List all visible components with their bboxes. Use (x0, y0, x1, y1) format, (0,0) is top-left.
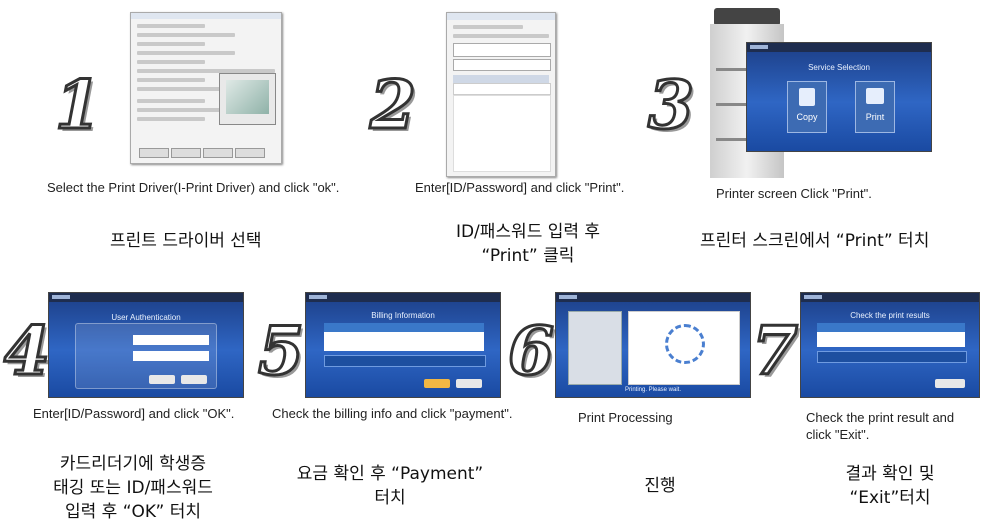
step-korean-label: ID/패스워드 입력 후 (455, 222, 601, 242)
step-caption: Enter[ID/Password] and click "OK". (33, 406, 235, 421)
ok-button[interactable] (149, 375, 175, 384)
step-korean-label: 결과 확인 및 (845, 464, 935, 484)
print-button[interactable]: Print (855, 81, 895, 133)
step-korean-label: “Print” 클릭 (481, 246, 575, 266)
screen-title: Check the print results (850, 311, 930, 320)
password-field[interactable] (133, 351, 209, 361)
screen-title: User Authentication (111, 313, 181, 322)
step-caption: Select the Print Driver(I-Print Driver) … (47, 180, 340, 195)
login-dialog-screenshot (446, 12, 556, 177)
printer-icon (866, 88, 884, 104)
screen-title: Service Selection (808, 63, 870, 72)
step-number: 5 (257, 312, 306, 390)
step-caption: Printer screen Click "Print". (716, 186, 872, 201)
step-caption: click "Exit". (806, 427, 870, 442)
step-number: 4 (3, 312, 52, 390)
step-korean-label: 카드리더기에 학생증 (59, 454, 207, 474)
step-caption: Enter[ID/Password] and click "Print". (415, 180, 625, 195)
step-caption: Check the billing info and click "paymen… (272, 406, 513, 421)
status-text: Printing. Please wait. (624, 387, 682, 393)
step-korean-label: 요금 확인 후 “Payment” (296, 464, 484, 484)
screen-title: Billing Information (371, 311, 435, 320)
step-number: 6 (507, 312, 556, 390)
user-authentication-screen: User Authentication (48, 292, 244, 398)
step-korean-label: 태깅 또는 ID/패스워드 (53, 478, 213, 498)
billing-information-screen: Billing Information (305, 292, 501, 398)
step-korean-label: “Exit”터치 (849, 488, 931, 508)
step-caption: Check the print result and (806, 410, 955, 425)
step-korean-label: 입력 후 “OK” 터치 (64, 502, 202, 522)
print-driver-dialog-screenshot (130, 12, 282, 164)
step-number: 3 (647, 66, 696, 144)
service-selection-screen: Service Selection Copy Print (746, 42, 932, 152)
print-processing-screen: Printing. Please wait. (555, 292, 751, 398)
step-number: 7 (751, 312, 800, 390)
step-korean-label: 터치 (374, 488, 406, 508)
step-korean-label: 진행 (644, 476, 676, 496)
step-number: 1 (54, 66, 103, 144)
cancel-button[interactable] (456, 379, 482, 388)
progress-spinner-icon (665, 324, 705, 364)
copy-icon (799, 88, 815, 106)
exit-button[interactable] (935, 379, 965, 388)
cancel-button[interactable] (181, 375, 207, 384)
payment-button[interactable] (424, 379, 450, 388)
step-korean-label: 프린터 스크린에서 “Print” 터치 (700, 231, 930, 251)
copy-button[interactable]: Copy (787, 81, 827, 133)
id-field[interactable] (133, 335, 209, 345)
step-caption: Print Processing (578, 410, 673, 425)
step-number: 2 (369, 66, 418, 144)
print-results-screen: Check the print results (800, 292, 980, 398)
step-korean-label: 프린트 드라이버 선택 (110, 231, 262, 251)
